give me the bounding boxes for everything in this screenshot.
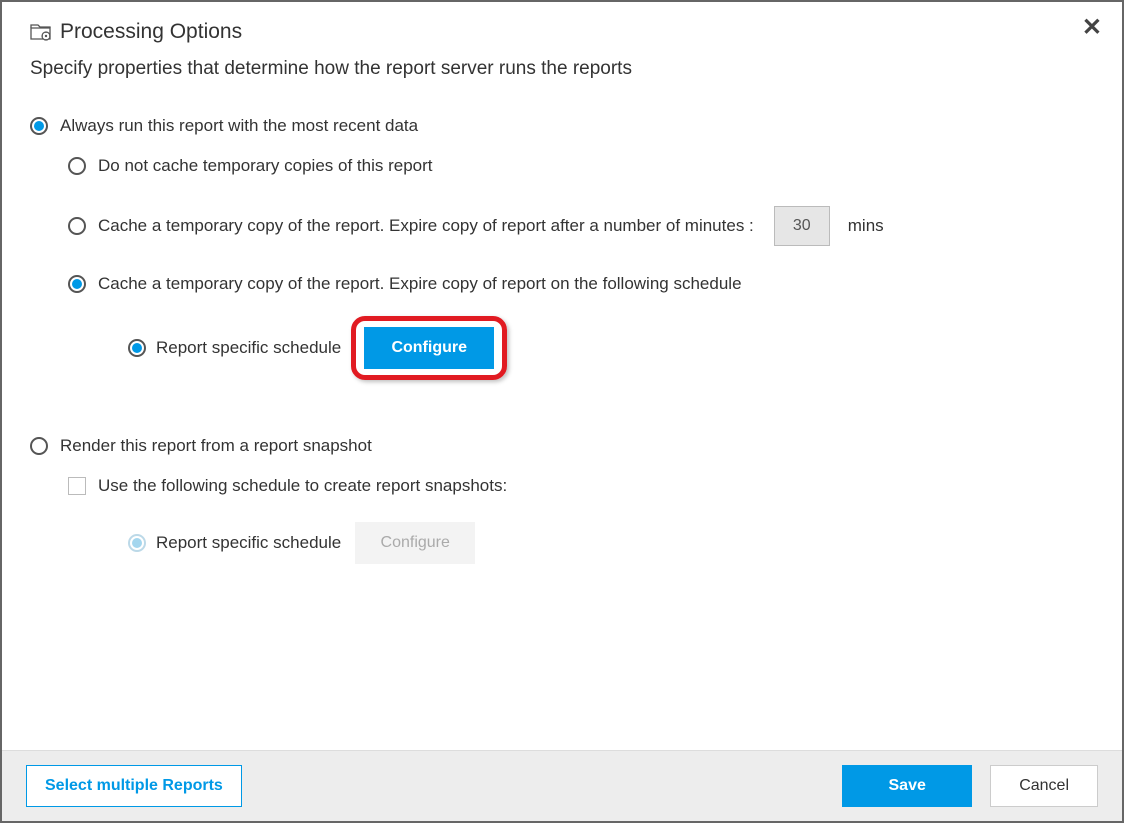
radio-report-specific-schedule[interactable] <box>128 339 146 357</box>
configure-highlight: Configure <box>351 316 507 380</box>
option-snapshot-label: Render this report from a report snapsho… <box>60 436 372 456</box>
dialog-subtitle: Specify properties that determine how th… <box>30 58 1094 80</box>
checkbox-use-schedule[interactable] <box>68 477 86 495</box>
option-no-cache[interactable]: Do not cache temporary copies of this re… <box>68 156 1094 176</box>
option-cache-schedule[interactable]: Cache a temporary copy of the report. Ex… <box>68 274 1094 294</box>
cache-minutes-input[interactable] <box>774 206 830 246</box>
save-button[interactable]: Save <box>842 765 972 807</box>
radio-snapshot-report-specific[interactable] <box>128 534 146 552</box>
option-always-recent[interactable]: Always run this report with the most rec… <box>30 116 1094 136</box>
option-no-cache-label: Do not cache temporary copies of this re… <box>98 156 433 176</box>
radio-cache-schedule[interactable] <box>68 275 86 293</box>
radio-always-recent[interactable] <box>30 117 48 135</box>
radio-cache-minutes[interactable] <box>68 217 86 235</box>
select-multiple-reports-button[interactable]: Select multiple Reports <box>26 765 242 807</box>
option-cache-schedule-label: Cache a temporary copy of the report. Ex… <box>98 274 742 294</box>
option-cache-minutes[interactable]: Cache a temporary copy of the report. Ex… <box>68 206 1094 246</box>
snapshot-schedule-type-row: Report specific schedule Configure <box>108 522 1094 564</box>
radio-no-cache[interactable] <box>68 157 86 175</box>
snapshot-use-schedule-row[interactable]: Use the following schedule to create rep… <box>68 476 1094 496</box>
configure-snapshot-schedule-button: Configure <box>355 522 475 564</box>
radio-snapshot[interactable] <box>30 437 48 455</box>
option-cache-minutes-label: Cache a temporary copy of the report. Ex… <box>98 216 754 236</box>
option-snapshot[interactable]: Render this report from a report snapsho… <box>30 436 1094 456</box>
snapshot-report-specific-label: Report specific schedule <box>156 533 341 553</box>
dialog-footer: Select multiple Reports Save Cancel <box>2 750 1122 821</box>
close-icon[interactable]: ✕ <box>1082 16 1102 40</box>
option-always-recent-label: Always run this report with the most rec… <box>60 116 418 136</box>
dialog-title-row: Processing Options <box>30 20 1094 44</box>
snapshot-use-schedule-label: Use the following schedule to create rep… <box>98 476 507 496</box>
processing-options-dialog: ✕ Processing Options Spe <box>0 0 1124 823</box>
footer-actions: Save Cancel <box>842 765 1098 807</box>
folder-gear-icon <box>30 22 52 42</box>
cache-minutes-unit: mins <box>848 216 884 236</box>
cache-schedule-type-row: Report specific schedule Configure <box>108 316 1094 380</box>
dialog-title: Processing Options <box>60 20 242 44</box>
cancel-button[interactable]: Cancel <box>990 765 1098 807</box>
report-specific-schedule-label: Report specific schedule <box>156 338 341 358</box>
configure-cache-schedule-button[interactable]: Configure <box>364 327 494 369</box>
dialog-body: Processing Options Specify properties th… <box>2 2 1122 750</box>
